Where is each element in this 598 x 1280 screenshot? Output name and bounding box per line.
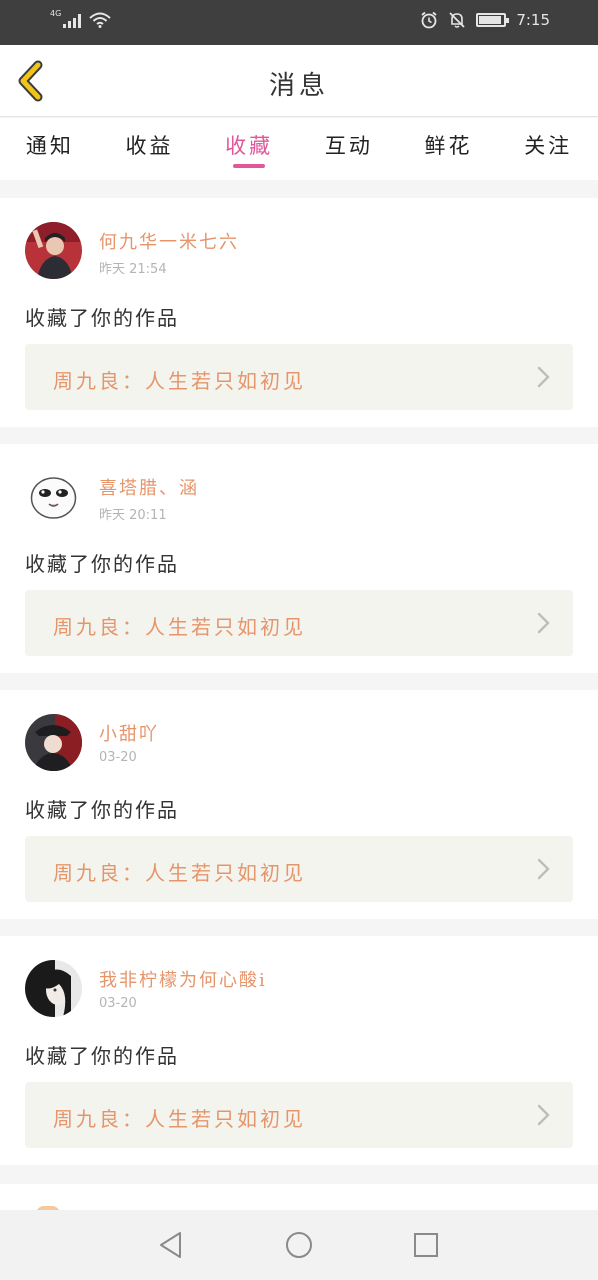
list-item: 何九华一米七六 昨天 21:54 收藏了你的作品 周九良：人生若只如初见 (0, 198, 598, 427)
chevron-right-icon (537, 858, 550, 880)
alarm-icon (421, 11, 437, 29)
nav-recents-button[interactable] (411, 1230, 441, 1260)
header: 消息 (0, 45, 598, 117)
action-text: 收藏了你的作品 (25, 306, 179, 330)
username[interactable]: 何九华一米七六 (99, 228, 239, 254)
action-text: 收藏了你的作品 (25, 552, 179, 576)
chevron-right-icon (537, 1104, 550, 1126)
work-link[interactable]: 周九良：人生若只如初见 (25, 836, 573, 902)
timestamp: 03-20 (99, 750, 137, 765)
work-title: 周九良：人生若只如初见 (53, 861, 306, 885)
tab-flowers[interactable]: 鲜花 (399, 118, 499, 180)
nav-back-button[interactable] (156, 1230, 186, 1260)
tab-interactions[interactable]: 互动 (299, 118, 399, 180)
circle-home-icon (286, 1232, 312, 1258)
timestamp: 03-20 (99, 996, 137, 1011)
work-title: 周九良：人生若只如初见 (53, 615, 306, 639)
work-title: 周九良：人生若只如初见 (53, 369, 306, 393)
avatar[interactable] (25, 468, 82, 525)
avatar[interactable] (25, 960, 82, 1017)
username[interactable]: 我非柠檬为何心酸i (99, 966, 267, 992)
list-item: 喜塔腊、涵 昨天 20:11 收藏了你的作品 周九良：人生若只如初见 (0, 444, 598, 673)
status-left: 4G (50, 9, 111, 28)
system-nav-bar (0, 1210, 598, 1280)
work-link[interactable]: 周九良：人生若只如初见 (25, 590, 573, 656)
chevron-right-icon (537, 612, 550, 634)
avatar[interactable] (25, 714, 82, 771)
timestamp: 昨天 20:11 (99, 508, 167, 523)
message-list: 何九华一米七六 昨天 21:54 收藏了你的作品 周九良：人生若只如初见 喜塔腊… (0, 198, 598, 1182)
nav-home-button[interactable] (284, 1230, 314, 1260)
tab-follows[interactable]: 关注 (498, 118, 598, 180)
list-item: 我非柠檬为何心酸i 03-20 收藏了你的作品 周九良：人生若只如初见 (0, 936, 598, 1165)
list-item: 小甜吖 03-20 收藏了你的作品 周九良：人生若只如初见 (0, 690, 598, 919)
timestamp: 昨天 21:54 (99, 262, 167, 277)
wifi-icon (89, 12, 111, 28)
tab-favorites[interactable]: 收藏 (199, 118, 299, 180)
tab-bar: 通知 收益 收藏 互动 鲜花 关注 (0, 118, 598, 180)
tab-earnings[interactable]: 收益 (100, 118, 200, 180)
square-recents-icon (414, 1233, 438, 1257)
username[interactable]: 小甜吖 (99, 720, 159, 746)
status-right: 7:15 (420, 11, 550, 29)
signal-icon (63, 12, 82, 28)
tab-notifications[interactable]: 通知 (0, 118, 100, 180)
work-link[interactable]: 周九良：人生若只如初见 (25, 1082, 573, 1148)
network-type: 4G (50, 9, 62, 18)
triangle-back-icon (160, 1232, 181, 1258)
work-link[interactable]: 周九良：人生若只如初见 (25, 344, 573, 410)
avatar[interactable] (25, 222, 82, 279)
username[interactable]: 喜塔腊、涵 (99, 474, 199, 500)
action-text: 收藏了你的作品 (25, 1044, 179, 1068)
status-bar: 4G 7:15 (0, 0, 598, 45)
clock: 7:15 (516, 11, 550, 29)
battery-icon (476, 13, 510, 27)
mute-icon (449, 12, 465, 28)
page-title: 消息 (268, 71, 329, 101)
chevron-right-icon (537, 366, 550, 388)
work-title: 周九良：人生若只如初见 (53, 1107, 306, 1131)
action-text: 收藏了你的作品 (25, 798, 179, 822)
